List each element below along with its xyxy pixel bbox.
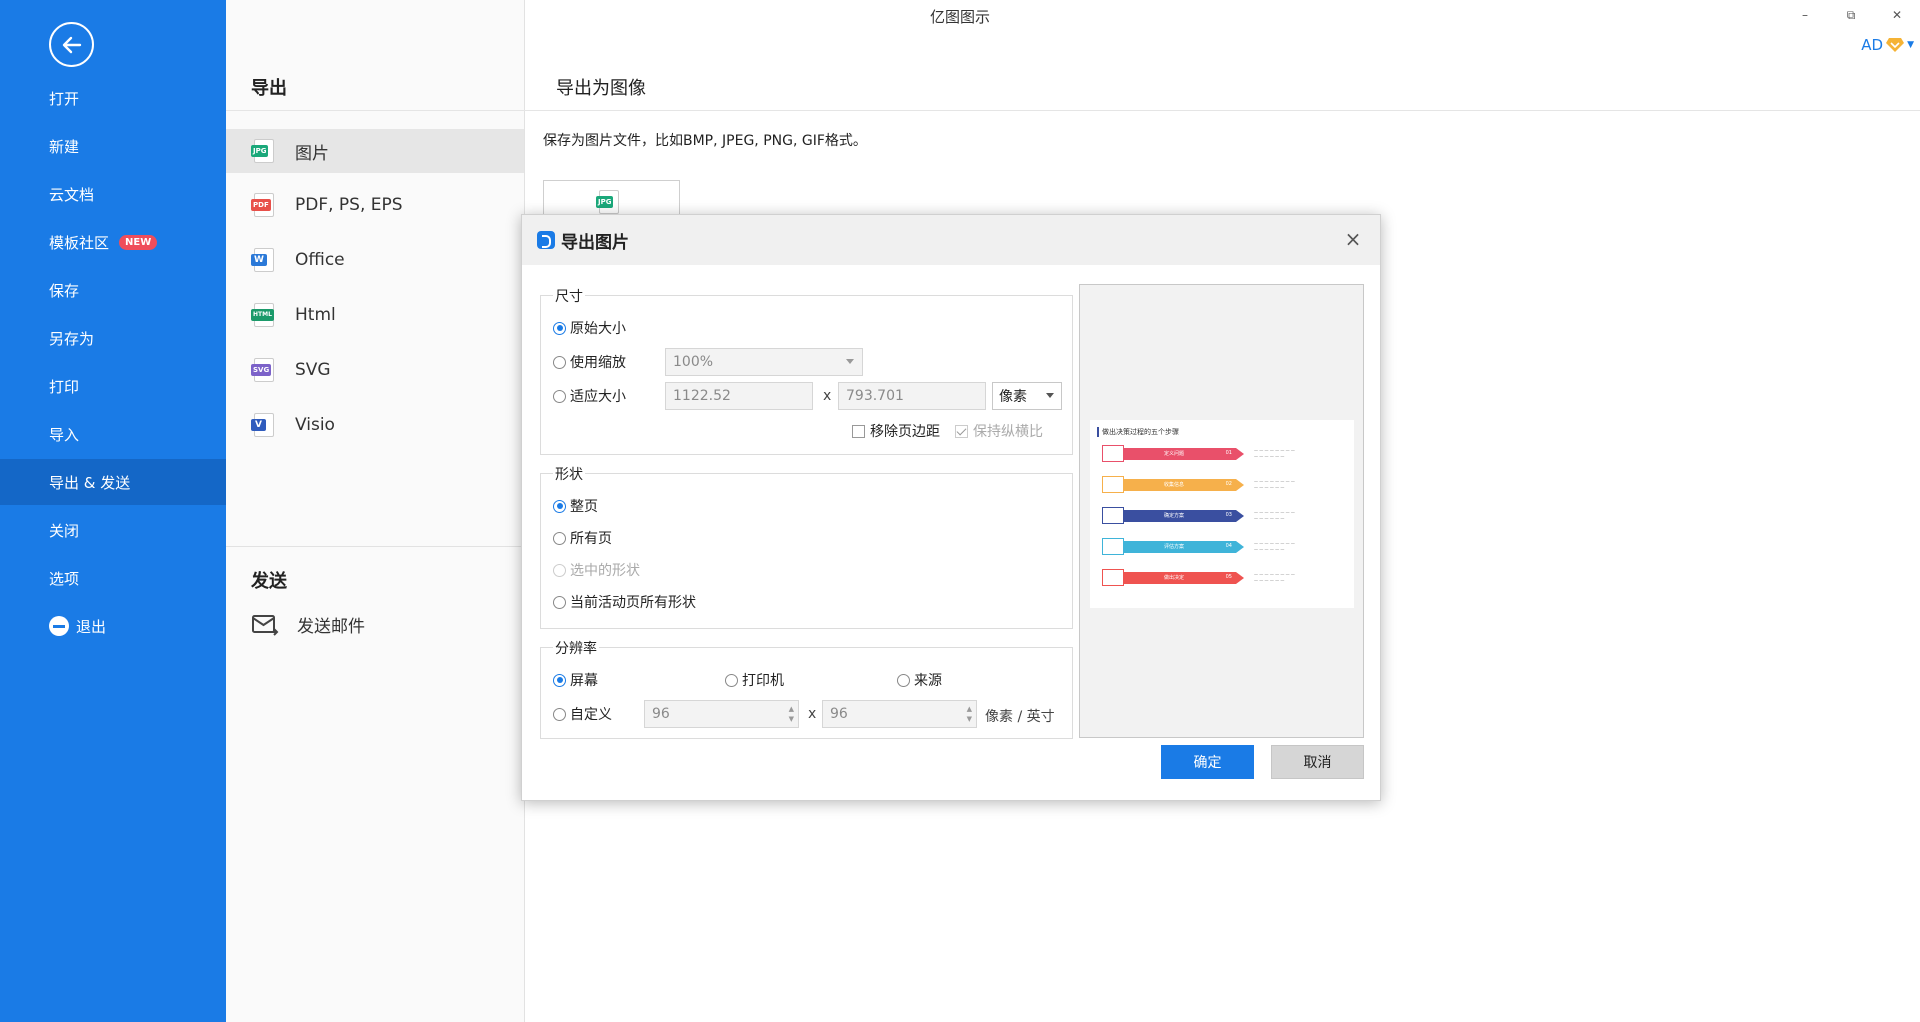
size-original-radio[interactable]: 原始大小 — [553, 318, 626, 338]
format-item-visio[interactable]: V Visio — [226, 403, 524, 447]
export-image-dialog: 导出图片 × 尺寸 原始大小 使用缩放 100% 适应大小 1122.52 x … — [521, 214, 1381, 801]
preview-page: 做出决策过程的五个步骤 定义问题 01 — — — — — — — — — — — … — [1090, 420, 1354, 608]
preview-pane: 做出决策过程的五个步骤 定义问题 01 — — — — — — — — — — — … — [1079, 284, 1364, 738]
resolution-group: 分辨率 屏幕 打印机 来源 自定义 96 ▲ ▼ x 96 ▲ ▼ 像素 / 英寸 — [540, 638, 1073, 739]
sidebar-item-cloud-docs[interactable]: 云文档 — [0, 171, 226, 217]
size-fit-radio[interactable]: 适应大小 — [553, 386, 626, 406]
new-badge: NEW — [119, 234, 158, 250]
remove-margin-checkbox[interactable]: 移除页边距 — [852, 421, 940, 441]
sidebar-item-template-community[interactable]: 模板社区 NEW — [0, 219, 226, 265]
x-dpi-input[interactable]: 96 ▲ ▼ — [644, 700, 799, 728]
format-item-svg[interactable]: SVG SVG — [226, 348, 524, 392]
mail-send-icon — [252, 614, 279, 636]
sidebar-item-open[interactable]: 打开 — [0, 75, 226, 121]
chevron-down-icon: ▼ — [1907, 40, 1914, 50]
resolution-custom-radio[interactable]: 自定义 — [553, 704, 612, 724]
close-window-button[interactable]: ✕ — [1874, 0, 1920, 30]
resolution-source-radio[interactable]: 来源 — [897, 670, 942, 690]
content-description: 保存为图片文件，比如BMP, JPEG, PNG, GIF格式。 — [543, 133, 867, 149]
dpi-unit-label: 像素 / 英寸 — [985, 709, 1055, 725]
sidebar-item-save-as[interactable]: 另存为 — [0, 315, 226, 361]
jpg-file-icon: JPG — [251, 138, 277, 164]
sidebar-item-import[interactable]: 导入 — [0, 411, 226, 457]
width-input[interactable]: 1122.52 — [665, 382, 813, 410]
sidebar-item-exit[interactable]: 退出 — [0, 603, 226, 649]
unit-select[interactable]: 像素 — [992, 382, 1062, 410]
shape-whole-page-radio[interactable]: 整页 — [553, 496, 598, 516]
y-dpi-input[interactable]: 96 ▲ ▼ — [822, 700, 977, 728]
content-title: 导出为图像 — [556, 78, 646, 99]
exit-icon — [49, 616, 69, 636]
send-heading: 发送 — [251, 571, 287, 592]
html-file-icon: HTML — [251, 302, 277, 328]
sidebar-item-close[interactable]: 关闭 — [0, 507, 226, 553]
ok-button[interactable]: 确定 — [1161, 745, 1254, 779]
cancel-button[interactable]: 取消 — [1271, 745, 1364, 779]
size-scale-radio[interactable]: 使用缩放 — [553, 352, 626, 372]
restore-button[interactable]: ⧉ — [1828, 0, 1874, 30]
svg-file-icon: SVG — [251, 357, 277, 383]
minimize-button[interactable]: – — [1782, 0, 1828, 30]
shape-all-pages-radio[interactable]: 所有页 — [553, 528, 612, 548]
sidebar-item-options[interactable]: 选项 — [0, 555, 226, 601]
arrow-left-icon — [62, 36, 81, 53]
scale-select[interactable]: 100% — [665, 348, 863, 376]
format-item-pdf[interactable]: PDF PDF, PS, EPS — [226, 183, 524, 227]
user-account[interactable]: AD ▼ — [1861, 36, 1914, 54]
sidebar-item-save[interactable]: 保存 — [0, 267, 226, 313]
pdf-file-icon: PDF — [251, 192, 277, 218]
export-format-panel: 导出 JPG 图片 PDF PDF, PS, EPS W Office HTML… — [226, 0, 525, 1022]
format-item-office[interactable]: W Office — [226, 238, 524, 282]
keep-ratio-checkbox[interactable]: 保持纵横比 — [955, 421, 1043, 441]
resolution-printer-radio[interactable]: 打印机 — [725, 670, 784, 690]
format-item-image[interactable]: JPG 图片 — [226, 129, 524, 173]
format-item-html[interactable]: HTML Html — [226, 293, 524, 337]
backstage-sidebar: 打开 新建 云文档 模板社区 NEW 保存 另存为 打印 导入 导出 & 发送 … — [0, 0, 226, 1022]
dialog-title: 导出图片 — [561, 232, 629, 253]
height-input[interactable]: 793.701 — [838, 382, 986, 410]
sidebar-item-new[interactable]: 新建 — [0, 123, 226, 169]
header-divider — [226, 110, 1920, 111]
size-legend: 尺寸 — [553, 286, 585, 306]
dialog-header: 导出图片 × — [522, 215, 1380, 265]
sidebar-item-print[interactable]: 打印 — [0, 363, 226, 409]
resolution-legend: 分辨率 — [553, 638, 599, 658]
word-file-icon: W — [251, 247, 277, 273]
times-label: x — [823, 388, 832, 404]
jpg-file-icon: JPG — [596, 189, 622, 215]
app-logo-icon — [537, 231, 555, 249]
panel-divider — [226, 546, 524, 547]
back-button[interactable] — [49, 22, 94, 67]
user-name: AD — [1861, 36, 1884, 54]
shape-group: 形状 整页 所有页 选中的形状 当前活动页所有形状 — [540, 464, 1073, 629]
visio-file-icon: V — [251, 412, 277, 438]
shape-legend: 形状 — [553, 464, 585, 484]
dpi-times-label: x — [808, 706, 817, 722]
chevron-down-icon — [1046, 393, 1054, 398]
size-group: 尺寸 原始大小 使用缩放 100% 适应大小 1122.52 x 793.701… — [540, 286, 1073, 455]
export-image-card[interactable]: JPG — [543, 180, 680, 216]
preview-title: 做出决策过程的五个步骤 — [1097, 427, 1179, 437]
window-controls: – ⧉ ✕ — [1782, 0, 1920, 30]
sidebar-item-export-send[interactable]: 导出 & 发送 — [0, 459, 226, 505]
resolution-screen-radio[interactable]: 屏幕 — [553, 670, 598, 690]
vip-diamond-icon — [1886, 38, 1905, 52]
export-heading: 导出 — [251, 78, 287, 99]
close-icon[interactable]: × — [1342, 228, 1364, 250]
shape-current-page-radio[interactable]: 当前活动页所有形状 — [553, 592, 696, 612]
shape-selected-radio[interactable]: 选中的形状 — [553, 560, 640, 580]
send-email-item[interactable]: 发送邮件 — [251, 612, 365, 637]
